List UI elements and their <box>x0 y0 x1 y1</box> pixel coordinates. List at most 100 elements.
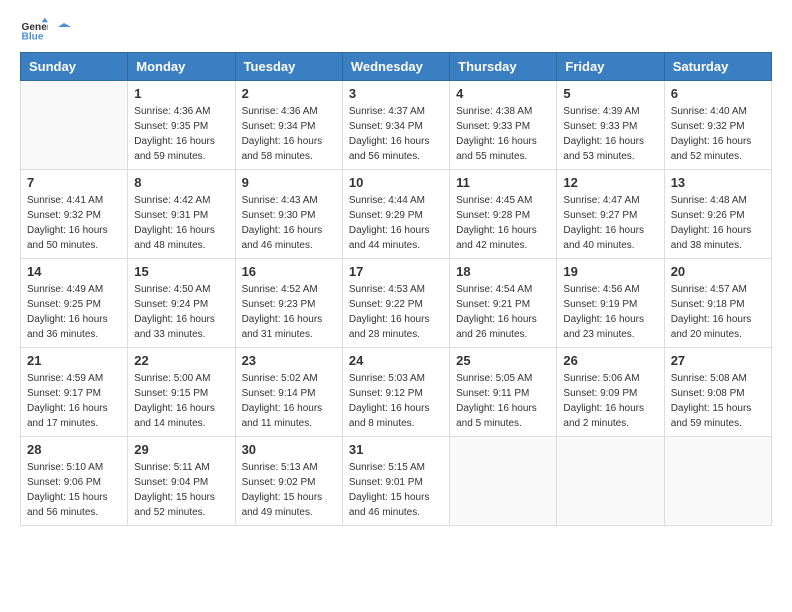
logo-triangle <box>53 23 71 41</box>
calendar-cell: 13 Sunrise: 4:48 AM Sunset: 9:26 PM Dayli… <box>664 170 771 259</box>
day-number: 7 <box>27 175 121 190</box>
calendar-week-row: 1 Sunrise: 4:36 AM Sunset: 9:35 PM Daylig… <box>21 81 772 170</box>
calendar-cell <box>450 437 557 526</box>
calendar-cell: 16 Sunrise: 4:52 AM Sunset: 9:23 PM Dayli… <box>235 259 342 348</box>
day-number: 26 <box>563 353 657 368</box>
day-number: 20 <box>671 264 765 279</box>
calendar-cell: 22 Sunrise: 5:00 AM Sunset: 9:15 PM Dayli… <box>128 348 235 437</box>
day-info: Sunrise: 4:49 AM Sunset: 9:25 PM Dayligh… <box>27 282 121 342</box>
day-header-friday: Friday <box>557 53 664 81</box>
day-info: Sunrise: 4:48 AM Sunset: 9:26 PM Dayligh… <box>671 193 765 253</box>
day-info: Sunrise: 4:42 AM Sunset: 9:31 PM Dayligh… <box>134 193 228 253</box>
day-info: Sunrise: 4:43 AM Sunset: 9:30 PM Dayligh… <box>242 193 336 253</box>
calendar-week-row: 28 Sunrise: 5:10 AM Sunset: 9:06 PM Dayli… <box>21 437 772 526</box>
calendar-cell: 14 Sunrise: 4:49 AM Sunset: 9:25 PM Dayli… <box>21 259 128 348</box>
day-info: Sunrise: 5:06 AM Sunset: 9:09 PM Dayligh… <box>563 371 657 431</box>
logo: General Blue <box>20 16 72 44</box>
calendar-cell: 11 Sunrise: 4:45 AM Sunset: 9:28 PM Dayli… <box>450 170 557 259</box>
day-info: Sunrise: 4:52 AM Sunset: 9:23 PM Dayligh… <box>242 282 336 342</box>
day-number: 18 <box>456 264 550 279</box>
day-header-thursday: Thursday <box>450 53 557 81</box>
calendar-table: SundayMondayTuesdayWednesdayThursdayFrid… <box>20 52 772 526</box>
day-info: Sunrise: 4:54 AM Sunset: 9:21 PM Dayligh… <box>456 282 550 342</box>
calendar-cell: 29 Sunrise: 5:11 AM Sunset: 9:04 PM Dayli… <box>128 437 235 526</box>
day-info: Sunrise: 4:53 AM Sunset: 9:22 PM Dayligh… <box>349 282 443 342</box>
day-number: 5 <box>563 86 657 101</box>
day-number: 8 <box>134 175 228 190</box>
day-info: Sunrise: 5:11 AM Sunset: 9:04 PM Dayligh… <box>134 460 228 520</box>
day-number: 27 <box>671 353 765 368</box>
day-info: Sunrise: 5:05 AM Sunset: 9:11 PM Dayligh… <box>456 371 550 431</box>
day-number: 25 <box>456 353 550 368</box>
calendar-cell: 6 Sunrise: 4:40 AM Sunset: 9:32 PM Daylig… <box>664 81 771 170</box>
day-number: 16 <box>242 264 336 279</box>
day-number: 13 <box>671 175 765 190</box>
calendar-cell: 25 Sunrise: 5:05 AM Sunset: 9:11 PM Dayli… <box>450 348 557 437</box>
day-number: 4 <box>456 86 550 101</box>
calendar-cell: 24 Sunrise: 5:03 AM Sunset: 9:12 PM Dayli… <box>342 348 449 437</box>
day-header-wednesday: Wednesday <box>342 53 449 81</box>
logo-icon: General Blue <box>20 16 48 44</box>
day-info: Sunrise: 5:03 AM Sunset: 9:12 PM Dayligh… <box>349 371 443 431</box>
day-info: Sunrise: 5:02 AM Sunset: 9:14 PM Dayligh… <box>242 371 336 431</box>
day-number: 15 <box>134 264 228 279</box>
calendar-cell: 31Sunrise: 5:15 AM Sunset: 9:01 PM Dayli… <box>342 437 449 526</box>
calendar-week-row: 14 Sunrise: 4:49 AM Sunset: 9:25 PM Dayli… <box>21 259 772 348</box>
calendar-cell: 28 Sunrise: 5:10 AM Sunset: 9:06 PM Dayli… <box>21 437 128 526</box>
day-number: 2 <box>242 86 336 101</box>
day-info: Sunrise: 4:47 AM Sunset: 9:27 PM Dayligh… <box>563 193 657 253</box>
day-number: 11 <box>456 175 550 190</box>
day-info: Sunrise: 5:13 AM Sunset: 9:02 PM Dayligh… <box>242 460 336 520</box>
calendar-cell: 21Sunrise: 4:59 AM Sunset: 9:17 PM Dayli… <box>21 348 128 437</box>
day-header-tuesday: Tuesday <box>235 53 342 81</box>
calendar-cell: 20Sunrise: 4:57 AM Sunset: 9:18 PM Dayli… <box>664 259 771 348</box>
calendar-cell <box>557 437 664 526</box>
day-header-monday: Monday <box>128 53 235 81</box>
calendar-cell: 10Sunrise: 4:44 AM Sunset: 9:29 PM Dayli… <box>342 170 449 259</box>
day-info: Sunrise: 4:36 AM Sunset: 9:35 PM Dayligh… <box>134 104 228 164</box>
calendar-cell: 18 Sunrise: 4:54 AM Sunset: 9:21 PM Dayli… <box>450 259 557 348</box>
calendar-cell <box>21 81 128 170</box>
calendar-cell: 26 Sunrise: 5:06 AM Sunset: 9:09 PM Dayli… <box>557 348 664 437</box>
calendar-cell: 19Sunrise: 4:56 AM Sunset: 9:19 PM Dayli… <box>557 259 664 348</box>
calendar-cell: 9 Sunrise: 4:43 AM Sunset: 9:30 PM Daylig… <box>235 170 342 259</box>
calendar-cell: 30 Sunrise: 5:13 AM Sunset: 9:02 PM Dayli… <box>235 437 342 526</box>
day-number: 31 <box>349 442 443 457</box>
day-number: 22 <box>134 353 228 368</box>
day-number: 17 <box>349 264 443 279</box>
calendar-cell <box>664 437 771 526</box>
day-info: Sunrise: 5:00 AM Sunset: 9:15 PM Dayligh… <box>134 371 228 431</box>
page-header: General Blue <box>20 16 772 44</box>
day-number: 6 <box>671 86 765 101</box>
day-info: Sunrise: 4:45 AM Sunset: 9:28 PM Dayligh… <box>456 193 550 253</box>
day-number: 14 <box>27 264 121 279</box>
day-number: 29 <box>134 442 228 457</box>
day-header-saturday: Saturday <box>664 53 771 81</box>
day-info: Sunrise: 4:41 AM Sunset: 9:32 PM Dayligh… <box>27 193 121 253</box>
calendar-cell: 12 Sunrise: 4:47 AM Sunset: 9:27 PM Dayli… <box>557 170 664 259</box>
calendar-cell: 1 Sunrise: 4:36 AM Sunset: 9:35 PM Daylig… <box>128 81 235 170</box>
day-number: 12 <box>563 175 657 190</box>
svg-text:Blue: Blue <box>22 31 44 42</box>
day-number: 1 <box>134 86 228 101</box>
day-number: 24 <box>349 353 443 368</box>
day-info: Sunrise: 4:37 AM Sunset: 9:34 PM Dayligh… <box>349 104 443 164</box>
calendar-cell: 5 Sunrise: 4:39 AM Sunset: 9:33 PM Daylig… <box>557 81 664 170</box>
day-info: Sunrise: 4:56 AM Sunset: 9:19 PM Dayligh… <box>563 282 657 342</box>
day-number: 28 <box>27 442 121 457</box>
calendar-cell: 23Sunrise: 5:02 AM Sunset: 9:14 PM Dayli… <box>235 348 342 437</box>
day-info: Sunrise: 5:08 AM Sunset: 9:08 PM Dayligh… <box>671 371 765 431</box>
calendar-cell: 7 Sunrise: 4:41 AM Sunset: 9:32 PM Daylig… <box>21 170 128 259</box>
day-info: Sunrise: 4:50 AM Sunset: 9:24 PM Dayligh… <box>134 282 228 342</box>
day-number: 30 <box>242 442 336 457</box>
day-number: 9 <box>242 175 336 190</box>
calendar-cell: 8 Sunrise: 4:42 AM Sunset: 9:31 PM Daylig… <box>128 170 235 259</box>
day-info: Sunrise: 5:10 AM Sunset: 9:06 PM Dayligh… <box>27 460 121 520</box>
day-info: Sunrise: 4:44 AM Sunset: 9:29 PM Dayligh… <box>349 193 443 253</box>
calendar-week-row: 21Sunrise: 4:59 AM Sunset: 9:17 PM Dayli… <box>21 348 772 437</box>
day-info: Sunrise: 4:39 AM Sunset: 9:33 PM Dayligh… <box>563 104 657 164</box>
day-info: Sunrise: 4:40 AM Sunset: 9:32 PM Dayligh… <box>671 104 765 164</box>
day-info: Sunrise: 4:59 AM Sunset: 9:17 PM Dayligh… <box>27 371 121 431</box>
calendar-cell: 3Sunrise: 4:37 AM Sunset: 9:34 PM Daylig… <box>342 81 449 170</box>
day-info: Sunrise: 4:38 AM Sunset: 9:33 PM Dayligh… <box>456 104 550 164</box>
